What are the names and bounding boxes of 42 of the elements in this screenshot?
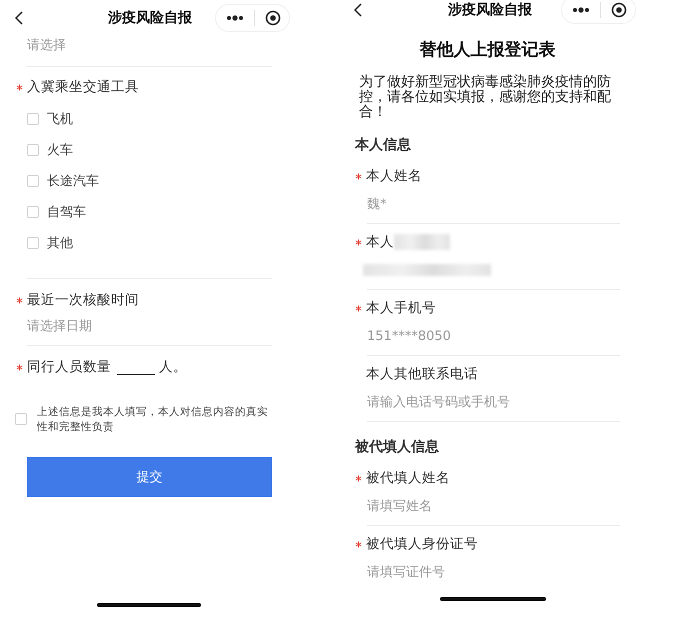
- intro-text: 为了做好新型冠状病毒感染肺炎疫情的防控，请各位如实填报，感谢您的支持和配合！: [359, 75, 612, 120]
- capsule-menu[interactable]: [561, 0, 636, 24]
- checkbox[interactable]: [15, 413, 27, 425]
- input-field[interactable]: 151****8050: [367, 328, 451, 344]
- checkbox[interactable]: [27, 236, 39, 248]
- form-title: 替他人上报登记表: [418, 39, 556, 61]
- page-title: 涉疫风险自报: [448, 1, 532, 19]
- option-label[interactable]: 自驾车: [47, 202, 86, 220]
- input-field[interactable]: 请填写证件号: [367, 563, 445, 581]
- back-icon[interactable]: [15, 11, 23, 25]
- more-icon[interactable]: [572, 7, 590, 13]
- section-title: 本人信息: [355, 136, 412, 154]
- field-label: 本人: [366, 233, 394, 252]
- option-label[interactable]: 火车: [47, 140, 73, 158]
- field-label: 本人姓名: [366, 167, 422, 186]
- select-field[interactable]: 请选择: [27, 36, 272, 56]
- question-label: 最近一次核酸时间: [27, 291, 139, 310]
- back-icon[interactable]: [354, 3, 362, 17]
- date-field[interactable]: 请选择日期: [27, 317, 272, 337]
- page-title: 涉疫风险自报: [108, 9, 192, 27]
- submit-button[interactable]: 提交: [27, 457, 272, 497]
- input-field[interactable]: 请填写姓名: [367, 497, 432, 515]
- checkbox[interactable]: [27, 112, 39, 124]
- option-label[interactable]: 其他: [47, 234, 73, 252]
- checkbox[interactable]: [27, 206, 39, 218]
- field-label: 本人手机号: [366, 299, 436, 318]
- field-label: 本人其他联系电话: [366, 365, 478, 384]
- field-label: 被代填人姓名: [366, 469, 450, 488]
- question-label: 同行人员数量: [27, 358, 111, 377]
- field-label: 被代填人身份证号: [366, 535, 478, 554]
- checkbox[interactable]: [27, 144, 39, 156]
- capsule-menu[interactable]: [215, 4, 290, 32]
- more-icon[interactable]: [226, 15, 244, 21]
- checkbox[interactable]: [27, 174, 39, 186]
- input-field[interactable]: 魏*: [367, 195, 386, 213]
- input-field[interactable]: 请输入电话号码或手机号: [367, 393, 510, 411]
- unit-label: 人。: [159, 358, 187, 377]
- question-label: 入冀乘坐交通工具: [27, 78, 139, 97]
- option-label[interactable]: 飞机: [47, 110, 73, 128]
- option-label[interactable]: 长途汽车: [47, 172, 99, 190]
- section-title: 被代填人信息: [355, 438, 440, 456]
- consent-text: 上述信息是我本人填写，本人对信息内容的真实性和完整性负责: [37, 405, 269, 435]
